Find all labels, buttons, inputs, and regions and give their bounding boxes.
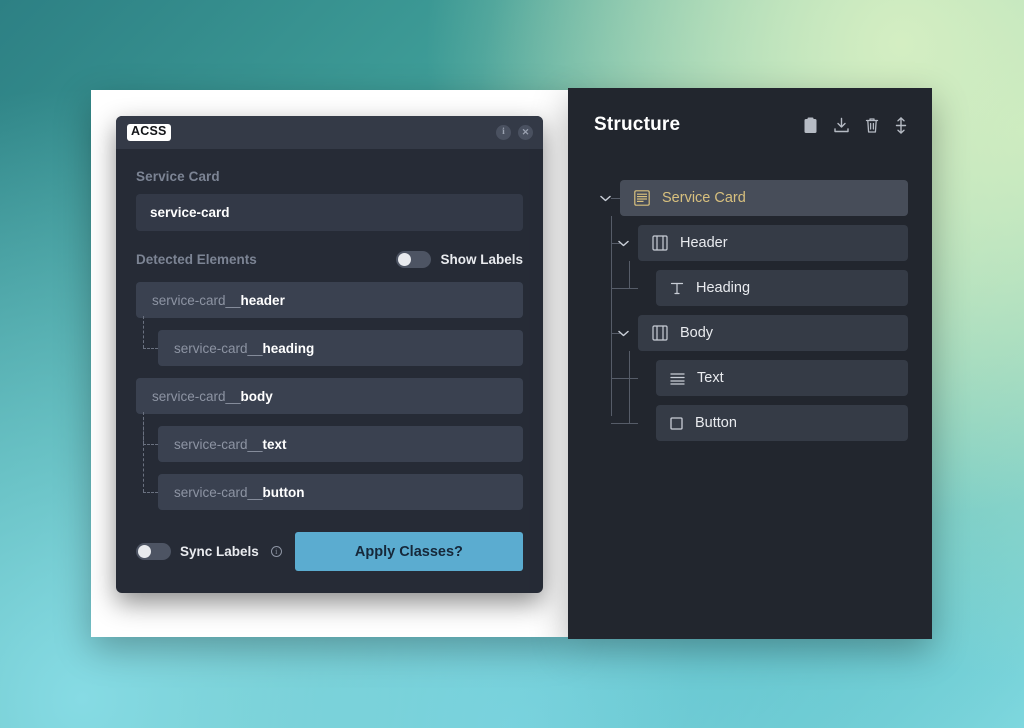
tree-item-label: Body <box>680 325 714 341</box>
tree-item-text[interactable]: Text <box>656 360 908 396</box>
tree-guide-vertical <box>629 351 630 423</box>
paragraph-icon <box>670 372 685 385</box>
tree-item-service-card[interactable]: Service Card <box>599 180 908 216</box>
structure-tree: Service Card Header Heading Body Text Bu… <box>594 180 908 441</box>
structure-panel: Structure Service Card Header Heading Bo… <box>568 88 932 639</box>
tree-item-label: Service Card <box>662 190 746 206</box>
chevron-down-icon[interactable] <box>598 191 612 205</box>
detected-item-header[interactable]: service-card__ header <box>136 282 523 318</box>
detected-item-heading[interactable]: service-card__ heading <box>143 316 523 366</box>
text-t-icon <box>670 281 684 296</box>
structure-title: Structure <box>594 114 681 135</box>
class-field-label: Service Card <box>136 169 220 184</box>
structure-toolbar <box>803 116 908 134</box>
tree-guide-horizontal <box>611 288 638 289</box>
chevron-down-icon[interactable] <box>616 326 630 340</box>
acss-logo: ACSS <box>127 124 171 141</box>
detected-item-prefix: service-card__ <box>174 436 263 452</box>
sync-labels-label: Sync Labels <box>180 544 259 559</box>
show-labels-toggle[interactable] <box>396 251 432 268</box>
detected-elements-label: Detected Elements <box>136 252 257 267</box>
tree-item-label: Text <box>697 370 724 386</box>
detected-elements-list: service-card__ header service-card__ headi… <box>136 282 523 510</box>
apply-classes-button[interactable]: Apply Classes? <box>294 532 523 571</box>
acss-modal-footer: Sync Labels i Apply Classes? <box>116 532 543 593</box>
download-icon[interactable] <box>833 117 850 134</box>
detected-item-prefix: service-card__ <box>174 340 263 356</box>
clipboard-icon[interactable] <box>803 117 818 134</box>
class-name-input[interactable] <box>136 194 523 231</box>
tree-guide-horizontal <box>611 198 620 199</box>
square-icon <box>670 416 683 430</box>
acss-modal-titlebar: ACSS i ✕ <box>116 116 543 149</box>
container-icon <box>652 235 668 251</box>
container-icon <box>652 325 668 341</box>
detected-item-text[interactable]: service-card__ text <box>143 412 523 462</box>
acss-modal-body: Service Card Detected Elements Show Labe… <box>116 149 543 510</box>
detected-item-suffix: text <box>262 436 287 452</box>
detected-item-prefix: service-card__ <box>152 388 241 404</box>
acss-modal: ACSS i ✕ Service Card Detected Elements … <box>116 116 543 593</box>
show-labels-toggle-group[interactable]: Show Labels <box>396 251 523 268</box>
tree-item-heading[interactable]: Heading <box>656 270 908 306</box>
tree-item-label: Button <box>695 415 737 431</box>
move-vertical-icon[interactable] <box>894 116 908 134</box>
sync-labels-group[interactable]: Sync Labels i <box>136 543 282 560</box>
app-background: ACSS i ✕ Service Card Detected Elements … <box>0 0 1024 728</box>
tree-item-button[interactable]: Button <box>656 405 908 441</box>
info-icon[interactable]: i <box>496 125 511 140</box>
tree-item-label: Heading <box>696 280 751 296</box>
tree-guide-horizontal <box>611 378 638 379</box>
detected-item-suffix: header <box>240 292 285 308</box>
toggle-knob <box>138 545 151 558</box>
sync-info-icon[interactable]: i <box>270 546 282 557</box>
show-labels-label: Show Labels <box>440 252 523 267</box>
detected-item-button[interactable]: service-card__ button <box>143 412 523 510</box>
detected-item-body[interactable]: service-card__ body <box>136 378 523 414</box>
tree-guide-vertical <box>629 261 630 288</box>
structure-panel-header: Structure <box>594 114 908 136</box>
detected-item-prefix: service-card__ <box>174 484 263 500</box>
tree-guide-horizontal <box>611 423 638 424</box>
chevron-down-icon[interactable] <box>616 236 630 250</box>
tree-item-label: Header <box>680 235 728 251</box>
trash-icon[interactable] <box>865 117 879 134</box>
detected-item-suffix: heading <box>262 340 315 356</box>
detected-elements-header: Detected Elements Show Labels <box>136 251 523 268</box>
tree-item-body[interactable]: Body <box>617 315 908 351</box>
detected-item-prefix: service-card__ <box>152 292 241 308</box>
titlebar-icon-group: i ✕ <box>496 125 533 140</box>
tree-guide-vertical <box>611 216 612 416</box>
tree-item-header[interactable]: Header <box>617 225 908 261</box>
toggle-knob <box>398 253 412 266</box>
close-icon[interactable]: ✕ <box>518 125 533 140</box>
layout-lines-icon <box>634 190 650 206</box>
sync-labels-toggle[interactable] <box>136 543 171 560</box>
detected-item-suffix: body <box>240 388 273 404</box>
detected-item-suffix: button <box>262 484 305 500</box>
